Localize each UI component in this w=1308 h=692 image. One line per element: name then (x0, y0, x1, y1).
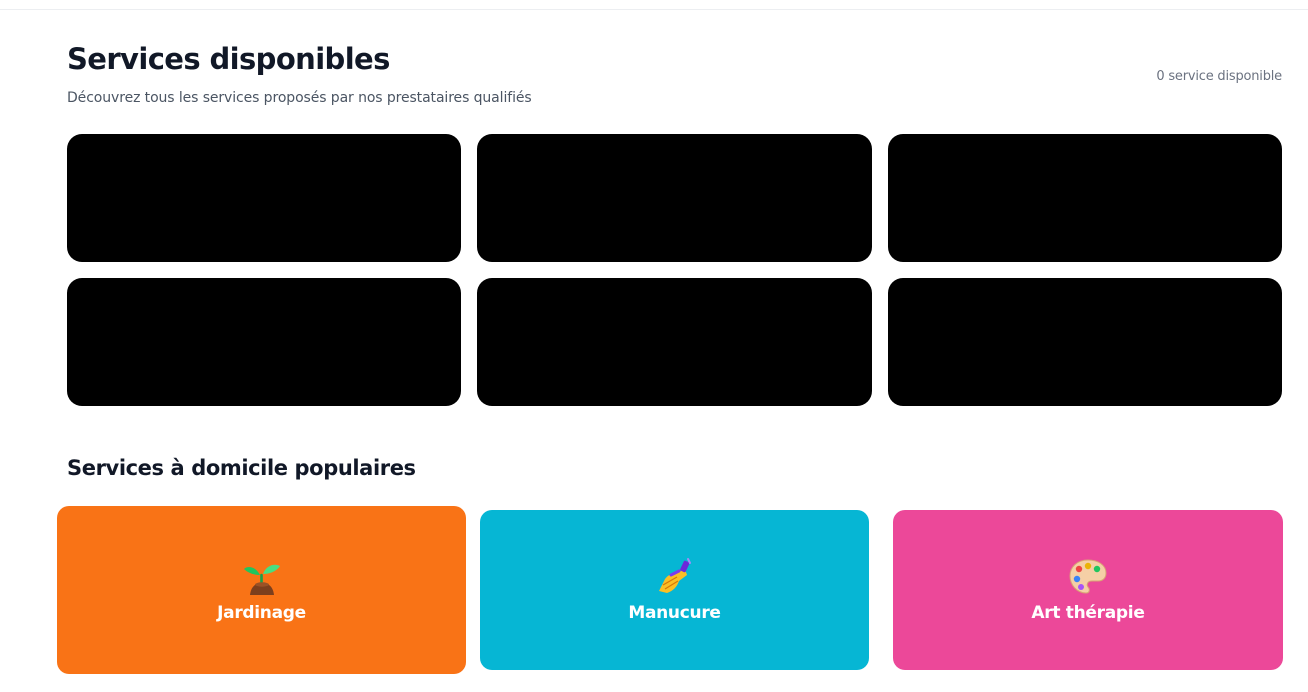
page-subtitle: Découvrez tous les services proposés par… (67, 90, 532, 106)
seedling-icon (242, 557, 282, 597)
service-card-placeholder (888, 278, 1282, 406)
top-divider (0, 9, 1308, 10)
popular-services-title: Services à domicile populaires (67, 456, 416, 480)
artist-palette-icon (1068, 557, 1108, 597)
service-card-placeholder (67, 134, 461, 262)
page-title: Services disponibles (67, 42, 390, 76)
popular-service-label: Art thérapie (1031, 603, 1145, 623)
service-card-placeholder (477, 134, 872, 262)
service-card-placeholder (477, 278, 872, 406)
popular-service-art-therapie[interactable]: Art thérapie (893, 510, 1283, 670)
popular-service-manucure[interactable]: Manucure (480, 510, 869, 670)
services-count: 0 service disponible (1156, 69, 1282, 84)
services-grid (67, 134, 1282, 406)
service-card-placeholder (888, 134, 1282, 262)
popular-service-jardinage[interactable]: Jardinage (57, 506, 466, 674)
nail-polish-icon (655, 557, 695, 597)
popular-service-label: Jardinage (217, 603, 306, 623)
service-card-placeholder (67, 278, 461, 406)
popular-service-label: Manucure (628, 603, 721, 623)
